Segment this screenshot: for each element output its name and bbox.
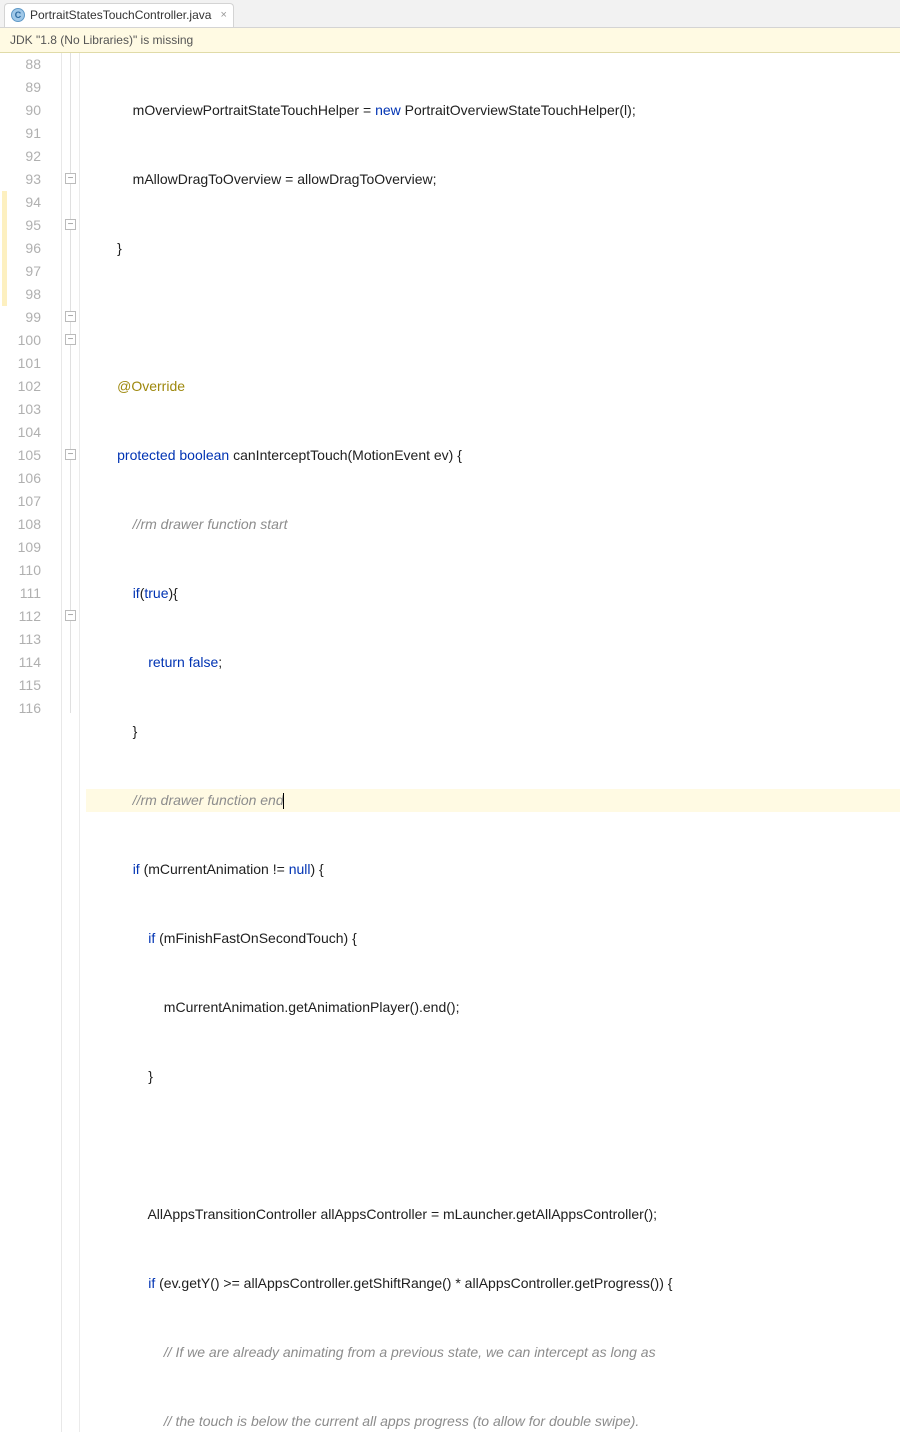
code-line: } [86, 1065, 900, 1088]
tab-filename: PortraitStatesTouchController.java [30, 8, 211, 22]
line-number: 93 [0, 168, 41, 191]
notification-bar[interactable]: JDK "1.8 (No Libraries)" is missing [0, 28, 900, 53]
line-number: 112 [0, 605, 41, 628]
line-number: 91 [0, 122, 41, 145]
line-number: 95 [0, 214, 41, 237]
line-number: 110 [0, 559, 41, 582]
line-number: 107 [0, 490, 41, 513]
line-number: 106 [0, 467, 41, 490]
code-line: return false; [86, 651, 900, 674]
fold-gutter: − − − − − − [62, 53, 80, 1432]
close-icon[interactable]: × [220, 9, 226, 21]
line-number: 108 [0, 513, 41, 536]
line-number: 89 [0, 76, 41, 99]
line-number: 111 [0, 582, 41, 605]
code-line: mAllowDragToOverview = allowDragToOvervi… [86, 168, 900, 191]
line-number: 92 [0, 145, 41, 168]
code-line: } [86, 237, 900, 260]
code-editor[interactable]: 88 89 90 91 92 93 94 95 96 97 98 99 100 … [0, 53, 900, 1432]
code-line: // the touch is below the current all ap… [86, 1410, 900, 1432]
line-number: 96 [0, 237, 41, 260]
code-line: if(true){ [86, 582, 900, 605]
code-area[interactable]: mOverviewPortraitStateTouchHelper = new … [80, 53, 900, 1432]
line-number: 103 [0, 398, 41, 421]
code-line: if (mFinishFastOnSecondTouch) { [86, 927, 900, 950]
class-icon: C [11, 8, 25, 22]
fold-toggle-icon[interactable]: − [65, 173, 76, 184]
line-number: 109 [0, 536, 41, 559]
code-line: //rm drawer function start [86, 513, 900, 536]
code-line: } [86, 720, 900, 743]
line-number: 115 [0, 674, 41, 697]
line-number: 114 [0, 651, 41, 674]
line-number: 101 [0, 352, 41, 375]
line-number: 102 [0, 375, 41, 398]
code-line: AllAppsTransitionController allAppsContr… [86, 1203, 900, 1226]
code-line: // If we are already animating from a pr… [86, 1341, 900, 1364]
line-number: 90 [0, 99, 41, 122]
fold-toggle-icon[interactable]: − [65, 449, 76, 460]
code-line [86, 1134, 900, 1157]
line-number: 116 [0, 697, 41, 720]
line-number: 105 [0, 444, 41, 467]
line-number: 100 [0, 329, 41, 352]
fold-toggle-icon[interactable]: − [65, 610, 76, 621]
text-caret [283, 793, 284, 809]
line-number: 98 [0, 283, 41, 306]
file-tab[interactable]: C PortraitStatesTouchController.java × [4, 3, 234, 27]
code-line: protected boolean canInterceptTouch(Moti… [86, 444, 900, 467]
code-line-current: //rm drawer function end [86, 789, 900, 812]
line-number: 88 [0, 53, 41, 76]
code-line: mCurrentAnimation.getAnimationPlayer().e… [86, 996, 900, 1019]
code-line: if (mCurrentAnimation != null) { [86, 858, 900, 881]
code-line: @Override [86, 375, 900, 398]
fold-toggle-icon[interactable]: − [65, 219, 76, 230]
code-line: mOverviewPortraitStateTouchHelper = new … [86, 99, 900, 122]
line-number: 97 [0, 260, 41, 283]
code-line: if (ev.getY() >= allAppsController.getSh… [86, 1272, 900, 1295]
code-line [86, 306, 900, 329]
line-number: 104 [0, 421, 41, 444]
line-number: 99 [0, 306, 41, 329]
editor-tab-bar: C PortraitStatesTouchController.java × [0, 0, 900, 28]
fold-toggle-icon[interactable]: − [65, 334, 76, 345]
fold-toggle-icon[interactable]: − [65, 311, 76, 322]
line-number-gutter: 88 89 90 91 92 93 94 95 96 97 98 99 100 … [0, 53, 62, 1432]
line-number: 94 [0, 191, 41, 214]
line-number: 113 [0, 628, 41, 651]
